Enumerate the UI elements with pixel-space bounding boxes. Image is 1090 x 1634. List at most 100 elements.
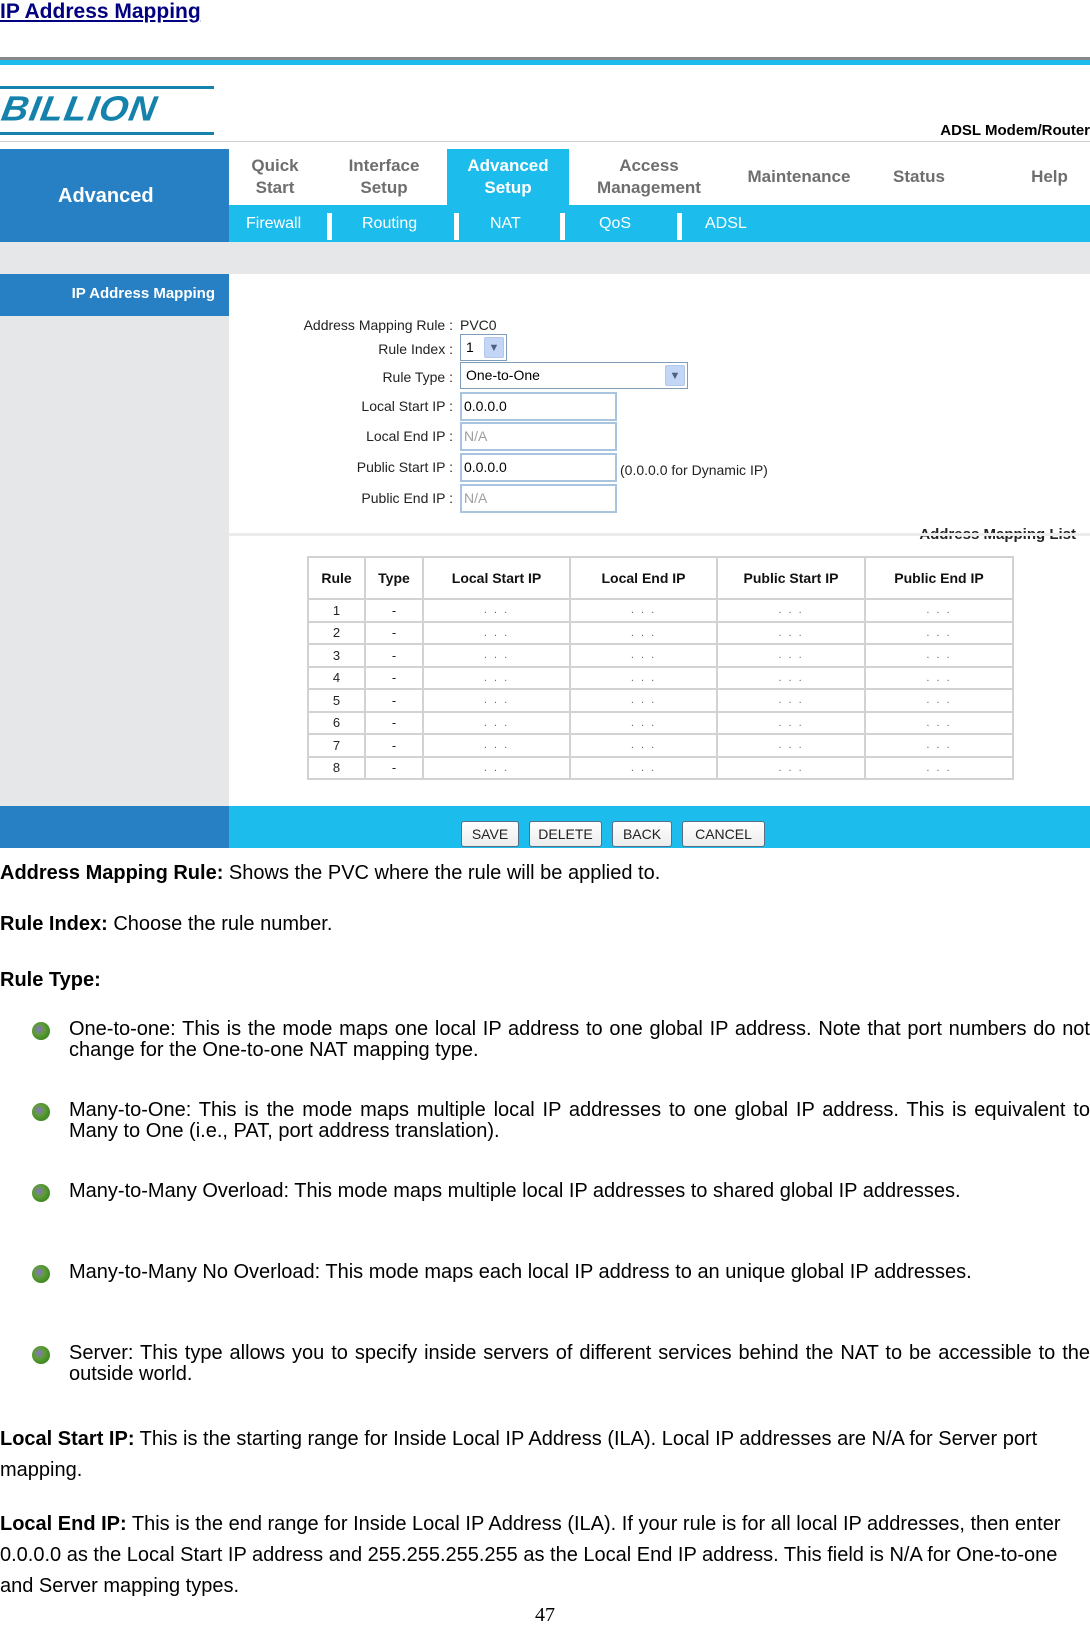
local-start-ip-label: Local Start IP :: [361, 398, 453, 414]
table-row: 6-. . .. . .. . .. . .: [309, 712, 1012, 733]
tab-maintenance[interactable]: Maintenance: [729, 149, 869, 205]
local-end-ip-input[interactable]: N/A: [460, 422, 617, 451]
nav-section-label: Advanced: [58, 185, 154, 207]
subnav-separator: [677, 213, 682, 240]
globe-bullet-icon: [32, 1346, 50, 1364]
cell-local-start-ip: . . .: [424, 622, 569, 643]
cell-public-start-ip: . . .: [718, 667, 864, 688]
cell-local-end-ip: . . .: [571, 667, 716, 688]
table-row: 5-. . .. . .. . .. . .: [309, 690, 1012, 711]
cell-public-end-ip: . . .: [866, 622, 1012, 643]
cell-type: -: [366, 600, 422, 621]
table-row: 8-. . .. . .. . .. . .: [309, 757, 1012, 778]
sidebar-item-ip-address-mapping[interactable]: IP Address Mapping: [0, 274, 229, 316]
cell-public-start-ip: . . .: [718, 690, 864, 711]
rule-index-select[interactable]: 1 ▼: [460, 334, 507, 361]
cell-type: -: [366, 712, 422, 733]
local-end-ip-label: Local End IP :: [366, 428, 453, 444]
billion-logo: BILLION: [0, 86, 216, 136]
subtab-qos[interactable]: QoS: [599, 205, 631, 242]
page-number: 47: [535, 1604, 555, 1626]
tab-help[interactable]: Help: [1009, 149, 1090, 205]
back-button[interactable]: BACK: [612, 821, 672, 847]
desc-rule-index: Rule Index: Choose the rule number.: [0, 913, 333, 935]
cell-type: -: [366, 645, 422, 666]
cell-public-end-ip: . . .: [866, 712, 1012, 733]
delete-button[interactable]: DELETE: [529, 821, 602, 847]
cell-rule: 1: [309, 600, 364, 621]
globe-bullet-icon: [32, 1022, 50, 1040]
cell-rule: 2: [309, 622, 364, 643]
cell-local-end-ip: . . .: [571, 600, 716, 621]
dynamic-ip-hint: (0.0.0.0 for Dynamic IP): [620, 462, 768, 478]
table-row: 3-. . .. . .. . .. . .: [309, 645, 1012, 666]
table-row: 4-. . .. . .. . .. . .: [309, 667, 1012, 688]
public-start-ip-input[interactable]: 0.0.0.0: [460, 453, 617, 482]
table-row: 1-. . .. . .. . .. . .: [309, 600, 1012, 621]
cell-type: -: [366, 622, 422, 643]
subtab-routing[interactable]: Routing: [362, 205, 417, 242]
cell-local-end-ip: . . .: [571, 645, 716, 666]
subtab-firewall[interactable]: Firewall: [246, 205, 301, 242]
cell-public-end-ip: . . .: [866, 645, 1012, 666]
cell-local-start-ip: . . .: [424, 735, 569, 756]
public-end-ip-label: Public End IP :: [361, 490, 453, 506]
col-rule: Rule: [309, 558, 364, 598]
cell-rule: 8: [309, 757, 364, 778]
tab-access-management[interactable]: Access Management: [569, 149, 729, 205]
col-type: Type: [366, 558, 422, 598]
cell-type: -: [366, 667, 422, 688]
globe-bullet-icon: [32, 1184, 50, 1202]
cell-public-start-ip: . . .: [718, 757, 864, 778]
tab-interface-setup[interactable]: Interface Setup: [321, 149, 447, 205]
cell-public-start-ip: . . .: [718, 622, 864, 643]
rule-type-label: Rule Type :: [382, 369, 453, 385]
tab-quick-start[interactable]: Quick Start: [229, 149, 321, 205]
chevron-down-icon: ▼: [484, 337, 504, 358]
desc-local-start-ip: Local Start IP: This is the starting ran…: [0, 1428, 1038, 1481]
subtab-adsl[interactable]: ADSL: [705, 205, 747, 242]
cell-local-start-ip: . . .: [424, 757, 569, 778]
cell-public-end-ip: . . .: [866, 690, 1012, 711]
cell-public-start-ip: . . .: [718, 712, 864, 733]
cell-public-end-ip: . . .: [866, 600, 1012, 621]
subtab-nat[interactable]: NAT: [490, 205, 521, 242]
cell-local-start-ip: . . .: [424, 690, 569, 711]
cell-type: -: [366, 757, 422, 778]
cell-public-end-ip: . . .: [866, 757, 1012, 778]
desc-address-mapping-rule: Address Mapping Rule: Shows the PVC wher…: [0, 862, 661, 884]
col-local-start-ip: Local Start IP: [424, 558, 569, 598]
subnav-separator: [560, 213, 565, 240]
cell-local-start-ip: . . .: [424, 600, 569, 621]
cell-type: -: [366, 735, 422, 756]
cell-rule: 7: [309, 735, 364, 756]
product-name: ADSL Modem/Router: [940, 122, 1090, 139]
main-nav: Quick Start Interface Setup Advanced Set…: [229, 149, 1090, 205]
header-accent-bar: [0, 60, 1090, 65]
logo-bottom-bar: [0, 132, 214, 135]
tab-status[interactable]: Status: [869, 149, 969, 205]
cell-rule: 6: [309, 712, 364, 733]
logo-text: BILLION: [0, 89, 161, 128]
public-start-ip-label: Public Start IP :: [356, 459, 453, 475]
cell-local-end-ip: . . .: [571, 735, 716, 756]
cancel-button[interactable]: CANCEL: [682, 821, 765, 847]
subnav-separator: [454, 213, 459, 240]
cell-rule: 4: [309, 667, 364, 688]
globe-bullet-icon: [32, 1265, 50, 1283]
chevron-down-icon: ▼: [665, 365, 685, 386]
header-line: [0, 141, 1090, 142]
desc-rule-type: Rule Type:: [0, 969, 101, 991]
tab-advanced-setup[interactable]: Advanced Setup: [447, 149, 569, 205]
cell-public-end-ip: . . .: [866, 735, 1012, 756]
rule-type-select[interactable]: One-to-One ▼: [460, 362, 688, 389]
sidebar: [0, 242, 229, 812]
save-button[interactable]: SAVE: [461, 821, 519, 847]
nav-section: Advanced: [0, 149, 229, 242]
col-public-start-ip: Public Start IP: [718, 558, 864, 598]
cell-public-start-ip: . . .: [718, 735, 864, 756]
public-end-ip-input[interactable]: N/A: [460, 484, 617, 513]
rule-index-label: Rule Index :: [378, 341, 453, 357]
local-start-ip-input[interactable]: 0.0.0.0: [460, 392, 617, 421]
cell-local-start-ip: . . .: [424, 667, 569, 688]
